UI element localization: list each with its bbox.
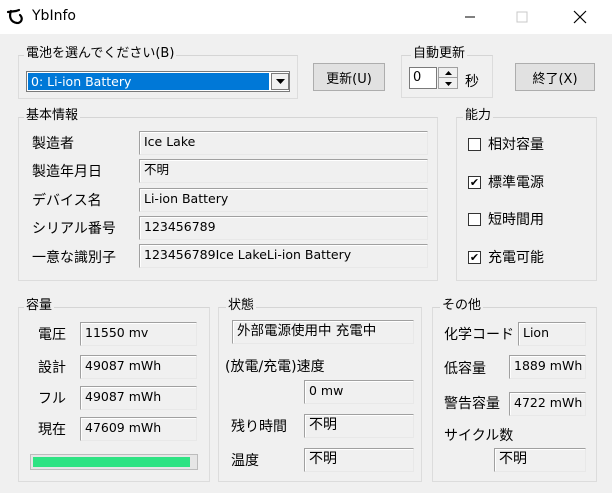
battery-select-label: 電池を選んでください(B) xyxy=(24,46,177,62)
title-bar[interactable]: YbInfo xyxy=(0,0,612,34)
relative-capacity-label: 相対容量 xyxy=(488,137,544,153)
temperature-label: 温度 xyxy=(231,453,259,469)
full-label: フル xyxy=(38,391,66,407)
design-field: 49087 mWh xyxy=(80,355,197,379)
serial-number-label: シリアル番号 xyxy=(32,221,116,237)
manufacture-date-field: 不明 xyxy=(139,159,428,183)
status-label: 状態 xyxy=(226,298,257,314)
other-label: その他 xyxy=(440,298,484,314)
low-capacity-field: 1889 mWh xyxy=(509,355,586,379)
capabilities-label: 能力 xyxy=(463,108,494,124)
current-field: 47609 mWh xyxy=(80,417,197,441)
unique-id-label: 一意な識別子 xyxy=(32,250,116,266)
dropdown-arrow-button[interactable] xyxy=(271,73,289,90)
short-term-checkbox[interactable] xyxy=(468,213,481,226)
relative-capacity-checkbox[interactable] xyxy=(468,138,481,151)
battery-dropdown[interactable]: 0: Li-ion Battery xyxy=(26,71,290,92)
manufacturer-field: Ice Lake xyxy=(139,131,428,155)
auto-update-field[interactable]: 0 xyxy=(409,67,437,89)
short-term-label: 短時間用 xyxy=(488,212,544,228)
power-state-field: 外部電源使用中 充電中 xyxy=(232,320,414,344)
auto-update-label: 自動更新 xyxy=(411,46,468,62)
charge-progress-fill xyxy=(33,457,190,467)
standard-power-label: 標準電源 xyxy=(488,175,544,191)
rechargeable-label: 充電可能 xyxy=(488,250,544,266)
remaining-time-field: 不明 xyxy=(304,414,414,438)
maximize-icon xyxy=(516,11,528,23)
chemistry-label: 化学コード xyxy=(444,327,514,343)
manufacturer-label: 製造者 xyxy=(32,136,74,152)
auto-update-unit: 秒 xyxy=(465,74,479,90)
rate-field: 0 mw xyxy=(304,380,414,404)
charge-progress-bar xyxy=(30,454,198,470)
minimize-icon xyxy=(465,16,475,18)
checkmark-icon: ✔ xyxy=(469,176,480,189)
exit-button[interactable]: 終了(X) xyxy=(515,63,595,91)
voltage-field: 11550 mv xyxy=(80,322,197,346)
standard-power-checkbox[interactable]: ✔ xyxy=(468,176,481,189)
serial-number-field: 123456789 xyxy=(139,216,428,240)
auto-update-spinner[interactable] xyxy=(438,67,458,89)
spin-up-button[interactable] xyxy=(439,68,457,78)
minimize-button[interactable] xyxy=(448,2,492,32)
battery-dropdown-value: 0: Li-ion Battery xyxy=(28,73,269,90)
voltage-label: 電圧 xyxy=(38,327,66,343)
manufacture-date-label: 製造年月日 xyxy=(32,164,102,180)
chemistry-field: Lion xyxy=(518,322,586,346)
full-field: 49087 mWh xyxy=(80,386,197,410)
remaining-time-label: 残り時間 xyxy=(231,419,287,435)
warning-capacity-field: 4722 mWh xyxy=(509,392,586,416)
cycle-count-field: 不明 xyxy=(494,448,586,472)
unique-id-field: 123456789Ice LakeLi-ion Battery xyxy=(139,244,428,268)
cycle-count-label: サイクル数 xyxy=(444,428,514,444)
rechargeable-checkbox[interactable]: ✔ xyxy=(468,251,481,264)
capacity-label: 容量 xyxy=(24,298,55,314)
arrow-up-icon xyxy=(444,70,452,75)
design-label: 設計 xyxy=(38,360,66,376)
close-icon xyxy=(573,10,587,24)
update-button[interactable]: 更新(U) xyxy=(313,63,385,91)
warning-capacity-label: 警告容量 xyxy=(444,396,500,412)
device-name-field: Li-ion Battery xyxy=(139,188,428,212)
spin-down-button[interactable] xyxy=(439,79,457,88)
current-label: 現在 xyxy=(38,422,66,438)
rate-label: (放電/充電)速度 xyxy=(225,359,325,375)
device-name-label: デバイス名 xyxy=(32,193,102,209)
window-title: YbInfo xyxy=(32,8,76,24)
app-icon xyxy=(6,7,26,27)
basic-info-label: 基本情報 xyxy=(24,108,81,124)
checkmark-icon: ✔ xyxy=(469,251,480,264)
close-button[interactable] xyxy=(558,2,602,32)
low-capacity-label: 低容量 xyxy=(444,361,486,377)
maximize-button[interactable] xyxy=(500,2,544,32)
arrow-down-icon xyxy=(444,81,452,86)
chevron-down-icon xyxy=(275,78,285,84)
temperature-field: 不明 xyxy=(304,448,414,472)
